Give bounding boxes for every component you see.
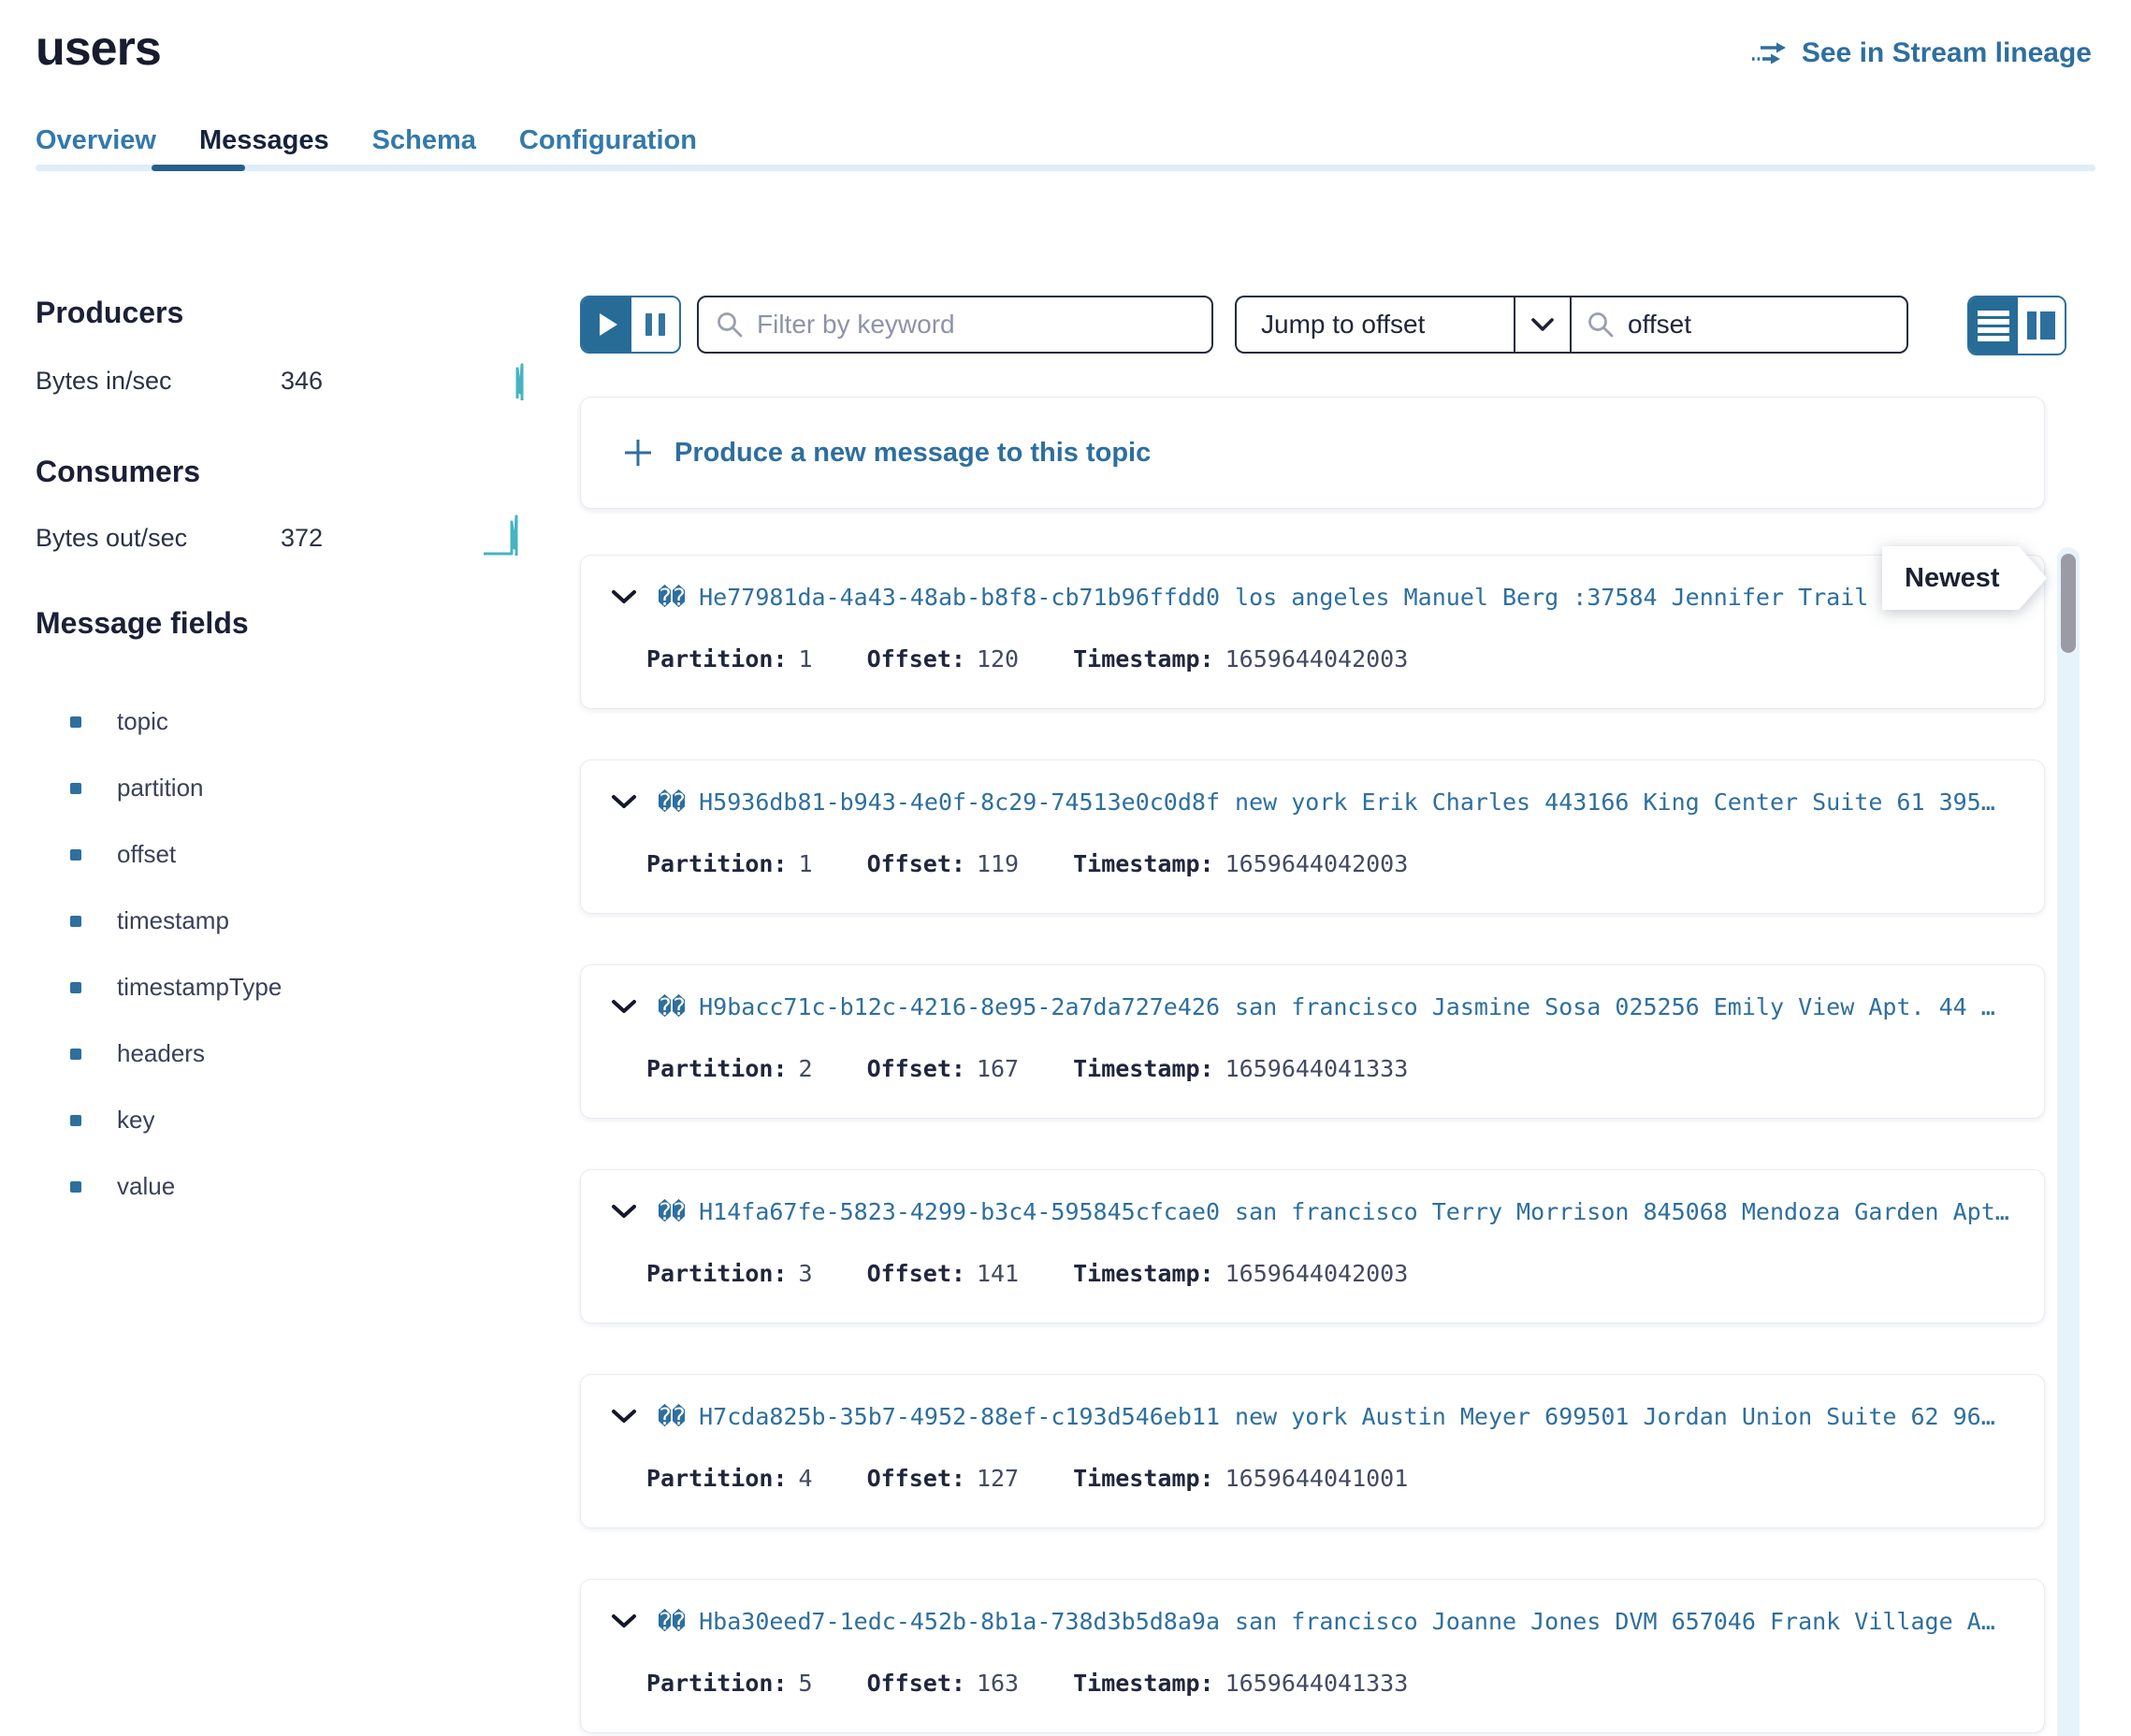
columns-view-button[interactable] [2018, 297, 2065, 354]
chevron-down-icon[interactable] [611, 999, 637, 1015]
field-item-partition[interactable]: partition [70, 755, 282, 821]
newest-tooltip-label: Newest [1882, 546, 2047, 610]
produce-message-label: Produce a new message to this topic [674, 438, 1151, 469]
tab-overview[interactable]: Overview [36, 125, 156, 166]
play-button[interactable] [582, 297, 631, 352]
tab-track [36, 165, 2095, 171]
tab-active-indicator [152, 165, 245, 171]
message-key-value: ��H7cda825b-35b7-4952-88ef-c193d546eb11n… [658, 1403, 1995, 1430]
field-bullet-icon [70, 982, 81, 993]
play-icon [600, 313, 617, 336]
producers-sparkline [510, 361, 532, 402]
pause-icon [645, 313, 652, 336]
bytes-in-value: 346 [281, 367, 323, 396]
field-bullet-icon [70, 1049, 81, 1060]
message-key-value: ��H14fa67fe-5823-4299-b3c4-595845cfcae0s… [658, 1198, 2009, 1225]
search-icon [716, 311, 744, 339]
stream-lineage-link[interactable]: See in Stream lineage [1751, 37, 2092, 69]
message-key-value: ��H9bacc71c-b12c-4216-8e95-2a7da727e426s… [658, 993, 1995, 1020]
field-item-timestamptype[interactable]: timestampType [70, 954, 282, 1020]
offset-search-input[interactable] [1628, 310, 1892, 340]
message-row[interactable]: ��H7cda825b-35b7-4952-88ef-c193d546eb11n… [580, 1374, 2045, 1528]
offset-search-field [1570, 296, 1908, 354]
field-bullet-icon [70, 783, 81, 794]
message-row[interactable]: ��H14fa67fe-5823-4299-b3c4-595845cfcae0s… [580, 1169, 2045, 1324]
messages-scrollbar-track[interactable] [2057, 547, 2080, 1736]
stream-lineage-icon [1751, 38, 1790, 68]
bytes-out-label: Bytes out/sec [36, 524, 187, 553]
field-bullet-icon [70, 849, 81, 861]
field-item-value[interactable]: value [70, 1153, 282, 1220]
message-row[interactable]: ��H5936db81-b943-4e0f-8c29-74513e0c0d8fn… [580, 760, 2045, 914]
chevron-down-icon[interactable] [611, 1204, 637, 1220]
message-meta: Partition:2 Offset:167 Timestamp:1659644… [646, 1055, 1462, 1082]
message-meta: Partition:1 Offset:120 Timestamp:1659644… [646, 645, 1462, 673]
message-meta: Partition:4 Offset:127 Timestamp:1659644… [646, 1465, 1462, 1492]
messages-scrollbar-thumb[interactable] [2061, 554, 2076, 653]
page-title: users [36, 21, 161, 77]
keyword-filter-field [697, 296, 1213, 354]
consumers-sparkline [482, 513, 521, 559]
producers-heading: Producers [36, 296, 183, 330]
produce-message-button[interactable]: Produce a new message to this topic [580, 397, 2045, 509]
jump-to-offset-select[interactable]: Jump to offset [1235, 296, 1570, 354]
message-fields-heading: Message fields [36, 606, 249, 641]
list-view-button[interactable] [1969, 297, 2018, 354]
field-bullet-icon [70, 1115, 81, 1126]
tab-bar: Overview Messages Schema Configuration [36, 125, 697, 166]
tab-configuration[interactable]: Configuration [519, 125, 697, 166]
chevron-down-icon[interactable] [611, 1409, 637, 1425]
pause-icon [659, 313, 665, 336]
field-item-topic[interactable]: topic [70, 688, 282, 755]
live-consume-toggle [580, 296, 681, 354]
field-bullet-icon [70, 716, 81, 728]
columns-view-icon [2025, 310, 2057, 341]
keyword-filter-input[interactable] [757, 310, 1195, 340]
chevron-down-icon[interactable] [611, 589, 637, 605]
tab-messages[interactable]: Messages [199, 125, 329, 166]
bytes-in-label: Bytes in/sec [36, 367, 172, 396]
view-mode-toggle [1967, 296, 2066, 355]
newest-tooltip: Newest [1882, 546, 2047, 610]
field-item-timestamp[interactable]: timestamp [70, 888, 282, 954]
tab-schema[interactable]: Schema [372, 125, 476, 166]
message-meta: Partition:3 Offset:141 Timestamp:1659644… [646, 1260, 1462, 1287]
field-item-headers[interactable]: headers [70, 1020, 282, 1087]
message-row[interactable]: ��Hba30eed7-1edc-452b-8b1a-738d3b5d8a9as… [580, 1579, 2045, 1733]
message-key-value: ��He77981da-4a43-48ab-b8f8-cb71b96ffdd0l… [658, 584, 1896, 611]
topic-messages-page: users See in Stream lineage Overview Mes… [0, 0, 2131, 1736]
field-bullet-icon [70, 916, 81, 927]
pause-button[interactable] [631, 297, 679, 352]
plus-icon [622, 437, 654, 469]
message-row[interactable]: ��H9bacc71c-b12c-4216-8e95-2a7da727e426s… [580, 964, 2045, 1119]
message-key-value: ��H5936db81-b943-4e0f-8c29-74513e0c0d8fn… [658, 788, 1995, 816]
message-meta: Partition:5 Offset:163 Timestamp:1659644… [646, 1670, 1462, 1697]
bytes-out-value: 372 [281, 524, 323, 553]
chevron-down-icon[interactable] [611, 1613, 637, 1629]
message-key-value: ��Hba30eed7-1edc-452b-8b1a-738d3b5d8a9as… [658, 1608, 1995, 1635]
chevron-down-icon[interactable] [611, 794, 637, 810]
message-row[interactable]: ��He77981da-4a43-48ab-b8f8-cb71b96ffdd0l… [580, 555, 2045, 709]
jump-to-offset-value: Jump to offset [1237, 310, 1514, 340]
field-item-key[interactable]: key [70, 1087, 282, 1153]
message-meta: Partition:1 Offset:119 Timestamp:1659644… [646, 850, 1462, 877]
field-item-offset[interactable]: offset [70, 821, 282, 888]
list-view-icon [1976, 309, 2011, 342]
message-fields-list: topic partition offset timestamp timesta… [70, 688, 282, 1220]
search-icon [1587, 311, 1615, 339]
field-bullet-icon [70, 1181, 81, 1193]
consumers-heading: Consumers [36, 455, 200, 489]
stream-lineage-label: See in Stream lineage [1802, 37, 2092, 69]
chevron-down-icon [1515, 317, 1570, 332]
